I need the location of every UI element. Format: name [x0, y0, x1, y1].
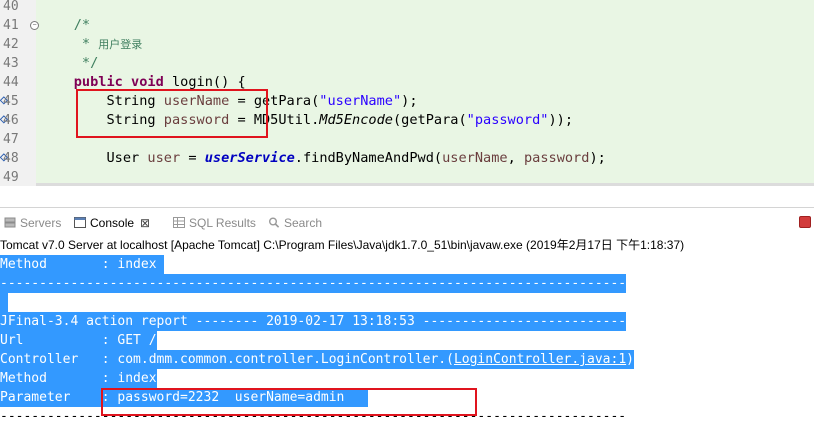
comment-text: 用户登录 [98, 38, 143, 51]
editor-horizontal-scrollbar[interactable] [36, 183, 814, 186]
highlight-annotation-box [76, 89, 268, 138]
line-number: 45 [3, 94, 19, 109]
code-text: */ [41, 55, 99, 71]
line-number: 41 [3, 18, 19, 33]
servers-icon [4, 217, 16, 228]
view-tab-strip: Servers Console ⊠ SQL Results Search [0, 207, 814, 236]
highlight-annotation-box [101, 388, 477, 416]
sql-results-icon [173, 217, 185, 228]
line-number: 47 [3, 132, 19, 147]
tab-servers[interactable]: Servers [4, 214, 61, 232]
console-line: Method : index [0, 255, 165, 274]
console-line: Controller : com.dmm.common.controller.L… [0, 350, 634, 369]
line-number: 43 [3, 56, 19, 71]
line-number: 46 [3, 113, 19, 128]
console-line: Url : GET / [0, 331, 157, 350]
source-link[interactable]: LoginController.java:1 [454, 352, 626, 367]
line-number: 49 [3, 170, 19, 185]
tab-search[interactable]: Search [268, 214, 322, 232]
close-tab-icon[interactable]: ⊠ [140, 216, 150, 230]
console-line: Method : index [0, 369, 157, 388]
line-number: 44 [3, 75, 19, 90]
tab-label: Search [284, 216, 323, 230]
tab-console[interactable]: Console ⊠ [74, 214, 150, 232]
code-line-41: 41 − /* [0, 16, 814, 35]
code-line-48: ◇ 48 User user = userService.findByNameA… [0, 149, 814, 168]
code-line-40: 40 [0, 0, 814, 16]
line-number: 48 [3, 151, 19, 166]
console-line: JFinal-3.4 action report -------- 2019-0… [0, 312, 627, 331]
console-line [0, 293, 8, 312]
search-icon [269, 217, 280, 228]
tab-label: Servers [20, 216, 62, 230]
code-line-42: 42 * 用户登录 [0, 35, 814, 54]
code-text: User user = userService.findByNameAndPwd… [106, 150, 606, 166]
line-number: 40 [3, 0, 19, 14]
tab-label: SQL Results [189, 216, 256, 230]
console-launch-info: Tomcat v7.0 Server at localhost [Apache … [0, 238, 685, 252]
code-text: * 用户登录 [41, 36, 143, 52]
console-icon [74, 217, 86, 228]
terminate-icon[interactable] [799, 216, 811, 228]
code-text: /* [41, 17, 91, 33]
code-line-43: 43 */ [0, 54, 814, 73]
console-line: ----------------------------------------… [0, 274, 627, 293]
line-number: 42 [3, 37, 19, 52]
tab-label: Console [90, 216, 135, 230]
tab-sql-results[interactable]: SQL Results [173, 214, 256, 232]
fold-toggle-icon[interactable]: − [30, 21, 39, 30]
